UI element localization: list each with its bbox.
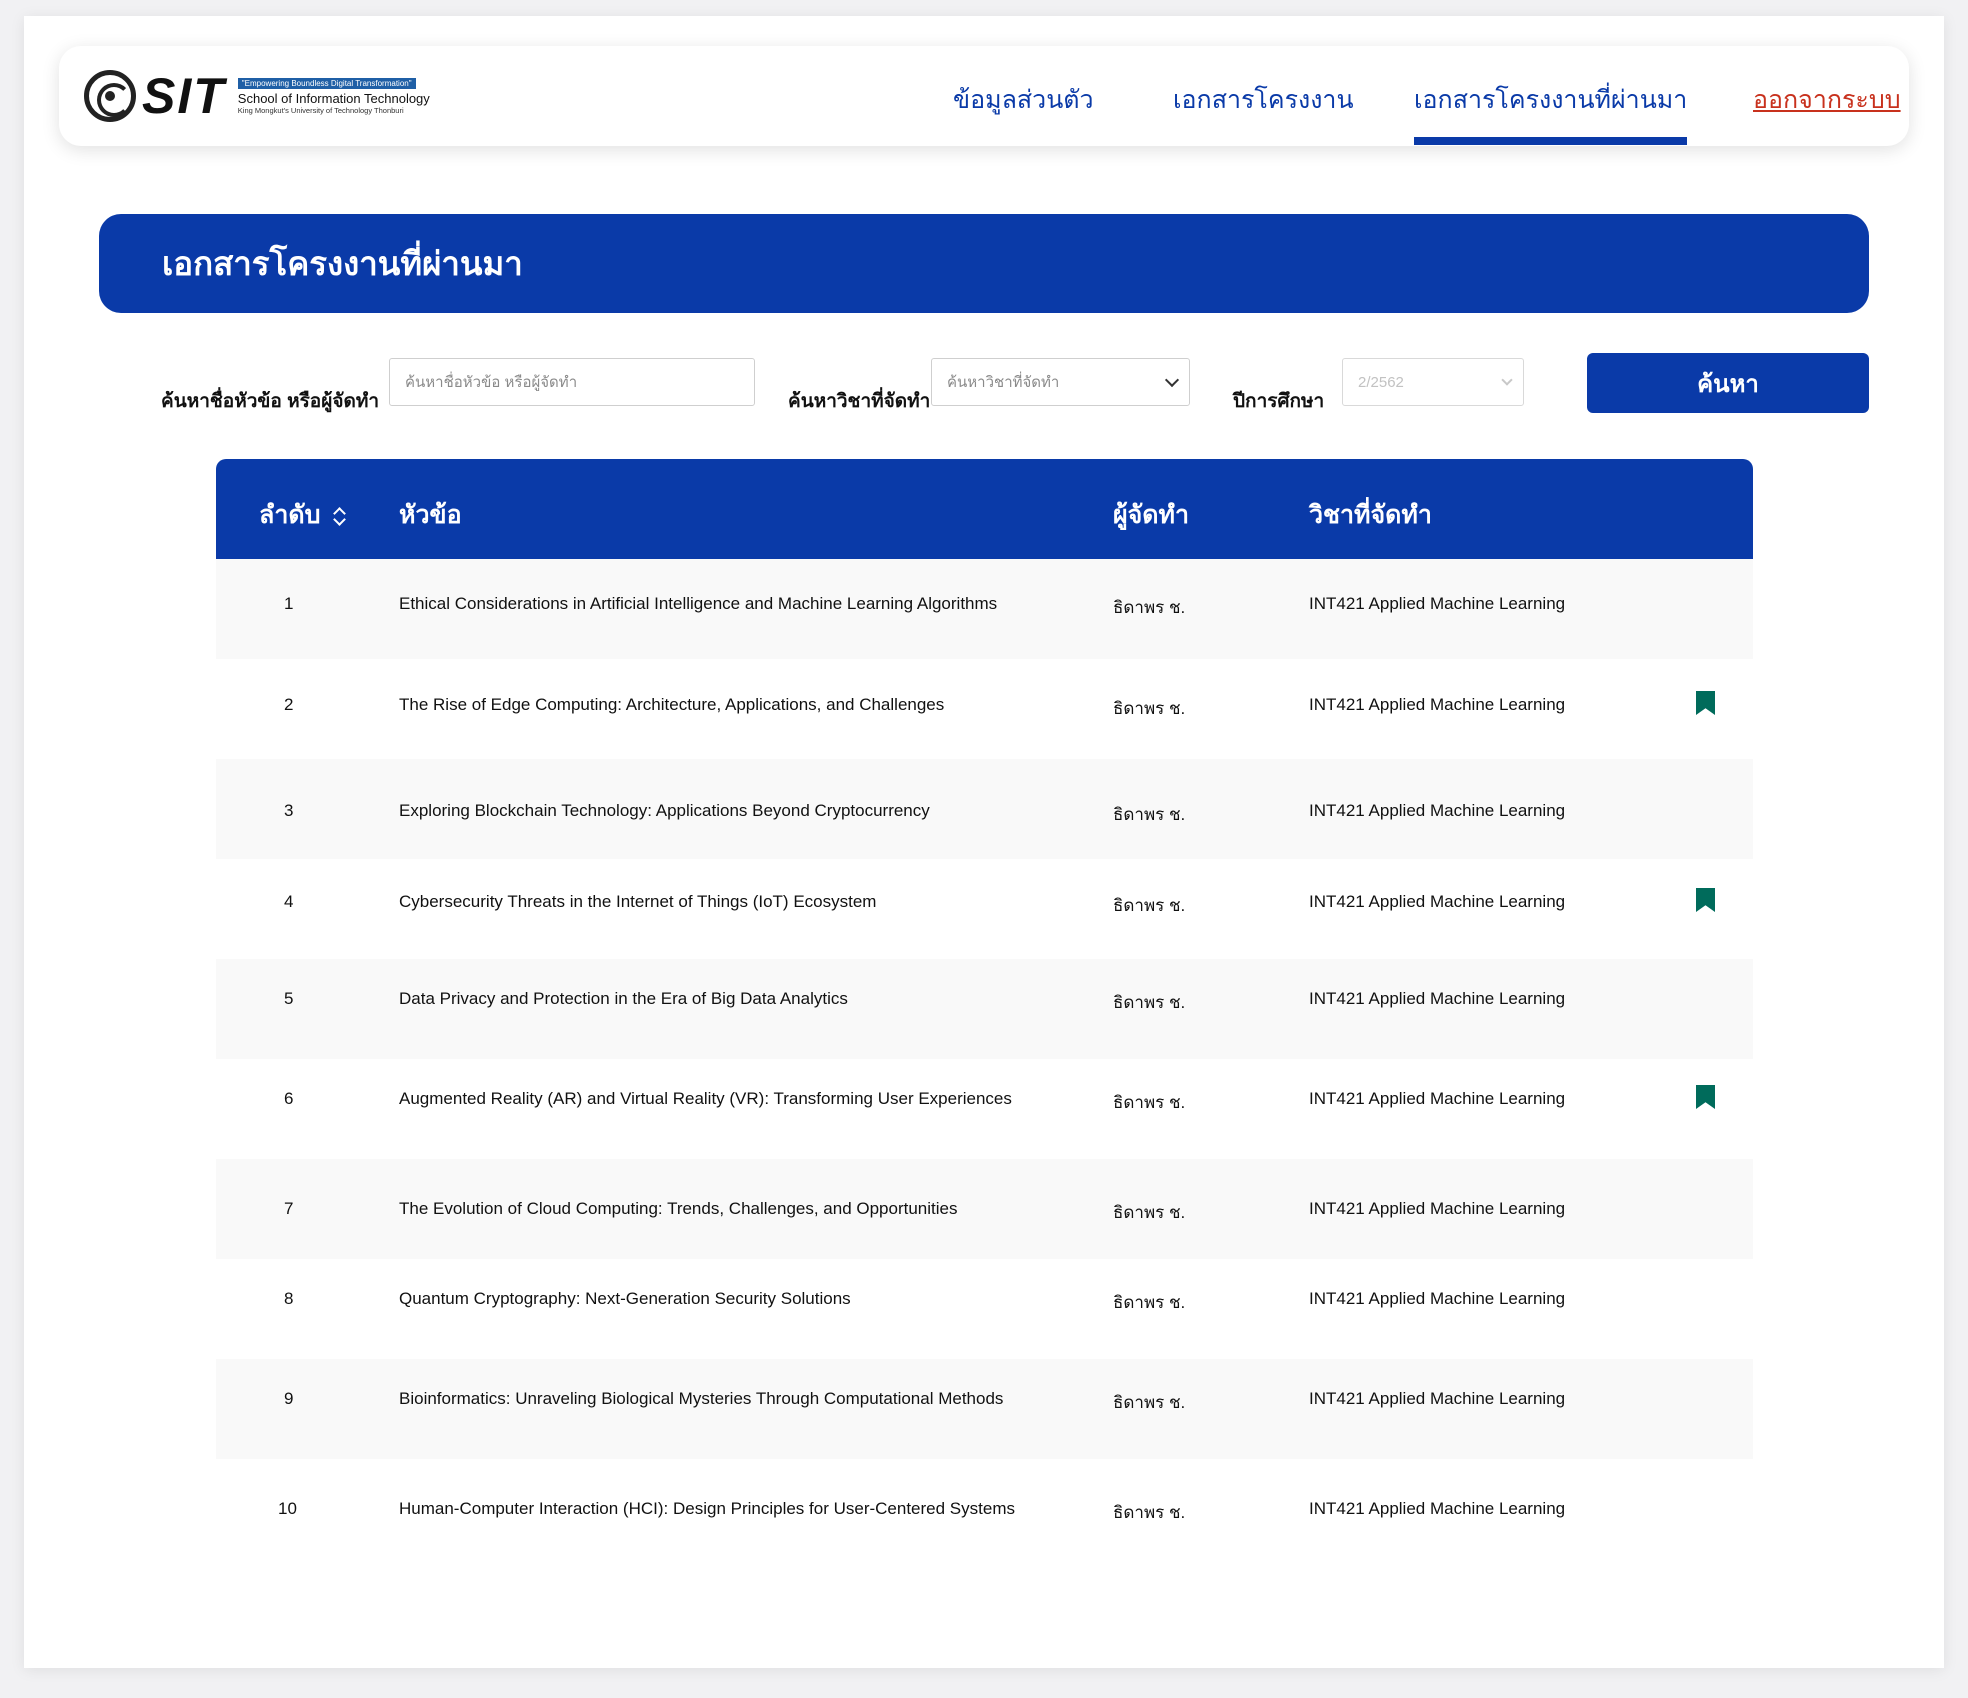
row-author: ธิดาพร ช. [1113, 1393, 1186, 1412]
row-subject: INT421 Applied Machine Learning [1309, 695, 1566, 714]
row-author: ธิดาพร ช. [1113, 1503, 1186, 1522]
logo-university-name: King Mongkut's University of Technology … [237, 105, 404, 115]
logo-word: SIT [142, 68, 226, 124]
sit-swirl-icon [84, 70, 136, 122]
top-navbar: SIT "Empowering Boundless Digital Transf… [59, 46, 1909, 146]
year-label: ปีการศึกษา [1233, 391, 1325, 412]
row-subject: INT421 Applied Machine Learning [1309, 1289, 1566, 1308]
header-topic: หัวข้อ [399, 501, 462, 529]
row-subject: INT421 Applied Machine Learning [1309, 1389, 1566, 1408]
row-number: 6 [284, 1089, 294, 1108]
topic-search-input-box[interactable] [389, 358, 755, 406]
row-author: ธิดาพร ช. [1113, 598, 1186, 617]
row-topic[interactable]: Bioinformatics: Unraveling Biological My… [399, 1389, 1003, 1409]
row-number: 3 [284, 801, 294, 820]
chevron-down-icon [1164, 372, 1180, 388]
past-projects-table: ลำดับ หัวข้อ ผู้จัดทำ วิชาที่จัดทำ 1 Ethi… [216, 459, 1753, 1522]
row-author: ธิดาพร ช. [1113, 1093, 1186, 1112]
row-number: 4 [284, 892, 294, 911]
logo-text: "Empowering Boundless Digital Transforma… [237, 77, 430, 115]
search-button[interactable]: ค้นหา [1587, 353, 1869, 413]
row-subject: INT421 Applied Machine Learning [1309, 1199, 1566, 1218]
table-header: ลำดับ หัวข้อ ผู้จัดทำ วิชาที่จัดทำ [216, 459, 1753, 559]
row-subject: INT421 Applied Machine Learning [1309, 801, 1566, 820]
header-subject: วิชาที่จัดทำ [1309, 501, 1432, 529]
row-author: ธิดาพร ช. [1113, 699, 1186, 718]
table-row[interactable]: 9 Bioinformatics: Unraveling Biological M… [216, 1359, 1753, 1459]
table-row[interactable]: 10 Human-Computer Interaction (HCI): Desi… [216, 1459, 1753, 1559]
nav-project-documents[interactable]: เอกสารโครงงาน [1173, 80, 1354, 120]
sort-icon[interactable] [332, 506, 346, 526]
row-topic[interactable]: Exploring Blockchain Technology: Applica… [399, 801, 930, 821]
table-row[interactable]: 6 Augmented Reality (AR) and Virtual Real… [216, 1059, 1753, 1159]
bookmark-icon[interactable] [1696, 691, 1715, 715]
row-topic[interactable]: The Evolution of Cloud Computing: Trends… [399, 1199, 958, 1219]
row-number: 2 [284, 695, 294, 714]
row-subject: INT421 Applied Machine Learning [1309, 1089, 1566, 1108]
table-row[interactable]: 3 Exploring Blockchain Technology: Applic… [216, 759, 1753, 859]
row-number: 5 [284, 989, 294, 1008]
year-select-value: 2/2562 [1358, 373, 1404, 391]
row-topic[interactable]: Data Privacy and Protection in the Era o… [399, 989, 848, 1009]
row-author: ธิดาพร ช. [1113, 993, 1186, 1012]
row-author: ธิดาพร ช. [1113, 896, 1186, 915]
table-row[interactable]: 7 The Evolution of Cloud Computing: Trend… [216, 1159, 1753, 1259]
subject-select[interactable]: ค้นหาวิชาที่จัดทำ [931, 358, 1190, 406]
header-author: ผู้จัดทำ [1113, 501, 1190, 529]
row-topic[interactable]: Quantum Cryptography: Next-Generation Se… [399, 1289, 851, 1309]
nav-past-project-documents[interactable]: เอกสารโครงงานที่ผ่านมา [1414, 80, 1688, 145]
subject-search-label: ค้นหาวิชาที่จัดทำ [788, 391, 931, 412]
search-button-label: ค้นหา [1697, 370, 1759, 398]
row-subject: INT421 Applied Machine Learning [1309, 892, 1566, 911]
table-row[interactable]: 5 Data Privacy and Protection in the Era … [216, 959, 1753, 1059]
table-row[interactable]: 2 The Rise of Edge Computing: Architectur… [216, 659, 1753, 759]
topic-search-input[interactable] [405, 359, 754, 405]
topic-search-label: ค้นหาชื่อหัวข้อ หรือผู้จัดทำ [161, 391, 380, 412]
table-row[interactable]: 4 Cybersecurity Threats in the Internet o… [216, 859, 1753, 959]
table-row[interactable]: 1 Ethical Considerations in Artificial In… [216, 559, 1753, 659]
header-number[interactable]: ลำดับ [259, 495, 346, 535]
nav-profile[interactable]: ข้อมูลส่วนตัว [953, 80, 1094, 120]
header-number-label: ลำดับ [259, 501, 321, 529]
row-author: ธิดาพร ช. [1113, 805, 1186, 824]
row-number: 7 [284, 1199, 294, 1218]
bookmark-icon[interactable] [1696, 1085, 1715, 1109]
year-select[interactable]: 2/2562 [1342, 358, 1524, 406]
row-topic[interactable]: The Rise of Edge Computing: Architecture… [399, 695, 944, 715]
row-number: 1 [284, 594, 294, 613]
row-number: 8 [284, 1289, 294, 1308]
row-subject: INT421 Applied Machine Learning [1309, 594, 1566, 613]
row-author: ธิดาพร ช. [1113, 1293, 1186, 1312]
row-topic[interactable]: Augmented Reality (AR) and Virtual Reali… [399, 1089, 1012, 1109]
subject-select-placeholder: ค้นหาวิชาที่จัดทำ [947, 374, 1060, 391]
row-author: ธิดาพร ช. [1113, 1203, 1186, 1222]
logo-school-name: School of Information Technology [237, 90, 430, 106]
row-number: 10 [278, 1499, 297, 1518]
logo-tagline: "Empowering Boundless Digital Transforma… [237, 77, 416, 89]
row-topic[interactable]: Human-Computer Interaction (HCI): Design… [399, 1499, 1015, 1519]
chevron-down-icon [1501, 374, 1513, 386]
bookmark-icon[interactable] [1696, 888, 1715, 912]
row-topic[interactable]: Cybersecurity Threats in the Internet of… [399, 892, 876, 912]
table-row[interactable]: 8 Quantum Cryptography: Next-Generation S… [216, 1259, 1753, 1359]
row-subject: INT421 Applied Machine Learning [1309, 1499, 1566, 1518]
logout-link[interactable]: ออกจากระบบ [1753, 80, 1901, 120]
row-number: 9 [284, 1389, 294, 1408]
page-title: เอกสารโครงงานที่ผ่านมา [162, 245, 523, 282]
row-subject: INT421 Applied Machine Learning [1309, 989, 1566, 1008]
sit-logo[interactable]: SIT "Empowering Boundless Digital Transf… [84, 68, 430, 124]
row-topic[interactable]: Ethical Considerations in Artificial Int… [399, 594, 997, 614]
page-card: SIT "Empowering Boundless Digital Transf… [24, 16, 1944, 1668]
page-title-banner: เอกสารโครงงานที่ผ่านมา [99, 214, 1869, 313]
